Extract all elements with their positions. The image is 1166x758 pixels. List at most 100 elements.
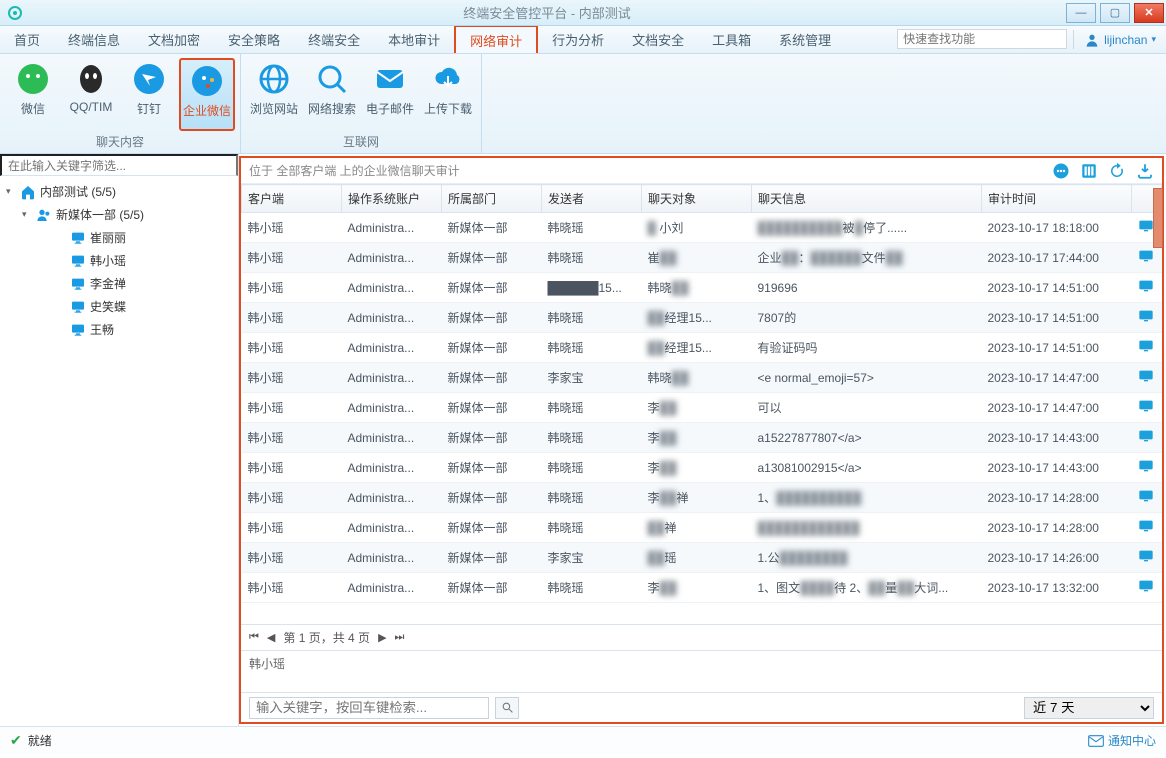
content-panel: 位于 全部客户端 上的企业微信聊天审计 客户端操作系统账户所属部门发送者聊天对象… xyxy=(239,156,1164,724)
search-button[interactable] xyxy=(495,697,519,719)
chat-icon[interactable] xyxy=(1052,162,1070,180)
menu-3[interactable]: 安全策略 xyxy=(214,26,294,53)
tree-client-3[interactable]: 史笑蝶 xyxy=(0,295,238,318)
qq-icon xyxy=(74,62,108,96)
columns-icon[interactable] xyxy=(1080,162,1098,180)
table-row[interactable]: 韩小瑶Administra...新媒体一部李家宝██瑶1.公████████20… xyxy=(242,543,1162,573)
ribbon-dingtalk[interactable]: 钉钉 xyxy=(121,58,177,131)
ribbon-label: 电子邮件 xyxy=(366,100,414,117)
table-row[interactable]: 韩小瑶Administra...新媒体一部李家宝韩晓██<e normal_em… xyxy=(242,363,1162,393)
col-6[interactable]: 审计时间 xyxy=(982,185,1132,213)
tree-client-1[interactable]: 韩小瑶 xyxy=(0,249,238,272)
ribbon-wechat[interactable]: 微信 xyxy=(5,58,61,131)
ribbon-mail[interactable]: 电子邮件 xyxy=(362,58,418,131)
ribbon-globe[interactable]: 浏览网站 xyxy=(246,58,302,131)
ribbon: 微信QQ/TIM钉钉企业微信聊天内容浏览网站网络搜索电子邮件上传下载互联网 xyxy=(0,54,1166,154)
col-1[interactable]: 操作系统账户 xyxy=(342,185,442,213)
table-row[interactable]: 韩小瑶Administra...新媒体一部韩晓瑶李██a15227877807<… xyxy=(242,423,1162,453)
status-bar: ✔ 就绪 通知中心 xyxy=(0,726,1166,754)
menu-6[interactable]: 网络审计 xyxy=(454,25,538,53)
ribbon-group-label: 互联网 xyxy=(241,131,481,153)
export-icon[interactable] xyxy=(1136,162,1154,180)
table-row[interactable]: 韩小瑶Administra...新媒体一部韩晓瑶李██禅1、██████████… xyxy=(242,483,1162,513)
ribbon-label: 浏览网站 xyxy=(250,100,298,117)
col-3[interactable]: 发送者 xyxy=(542,185,642,213)
table-row[interactable]: 韩小瑶Administra...新媒体一部韩晓瑶█ 小刘██████████被█… xyxy=(242,213,1162,243)
table-row[interactable]: 韩小瑶Administra...新媒体一部韩晓瑶██经理15...有验证码吗20… xyxy=(242,333,1162,363)
page-last-button[interactable]: ⏭ xyxy=(395,631,405,644)
minimize-button[interactable]: — xyxy=(1066,3,1096,23)
monitor-icon[interactable] xyxy=(1132,453,1162,483)
monitor-icon[interactable] xyxy=(1132,573,1162,603)
mail-icon xyxy=(373,62,407,96)
close-button[interactable]: ✕ xyxy=(1134,3,1164,23)
monitor-icon[interactable] xyxy=(1132,393,1162,423)
monitor-icon[interactable] xyxy=(1132,273,1162,303)
maximize-button[interactable]: ▢ xyxy=(1100,3,1130,23)
tree-client-2[interactable]: 李金禅 xyxy=(0,272,238,295)
quick-search-input[interactable] xyxy=(897,29,1067,49)
monitor-icon[interactable] xyxy=(1132,483,1162,513)
table-row[interactable]: 韩小瑶Administra...新媒体一部██████15...韩晓██9196… xyxy=(242,273,1162,303)
keyword-input[interactable] xyxy=(249,697,489,719)
status-text: 就绪 xyxy=(28,732,52,749)
tree-client-4[interactable]: 王畅 xyxy=(0,318,238,341)
monitor-icon[interactable] xyxy=(1132,363,1162,393)
monitor-icon[interactable] xyxy=(1132,303,1162,333)
table-row[interactable]: 韩小瑶Administra...新媒体一部韩晓瑶李██可以2023-10-17 … xyxy=(242,393,1162,423)
tree[interactable]: ▾内部测试 (5/5)▾新媒体一部 (5/5) 崔丽丽韩小瑶李金禅史笑蝶王畅 xyxy=(0,176,238,726)
monitor-icon[interactable] xyxy=(1132,333,1162,363)
grid[interactable]: 客户端操作系统账户所属部门发送者聊天对象聊天信息审计时间韩小瑶Administr… xyxy=(241,184,1162,624)
page-next-button[interactable]: ▶ xyxy=(378,631,386,644)
tree-root[interactable]: ▾内部测试 (5/5) xyxy=(0,180,238,203)
table-row[interactable]: 韩小瑶Administra...新媒体一部韩晓瑶██经理15...7807的20… xyxy=(242,303,1162,333)
col-4[interactable]: 聊天对象 xyxy=(642,185,752,213)
sidebar: ▾内部测试 (5/5)▾新媒体一部 (5/5) 崔丽丽韩小瑶李金禅史笑蝶王畅 xyxy=(0,154,239,726)
tree-label: 崔丽丽 xyxy=(90,229,126,246)
menu-4[interactable]: 终端安全 xyxy=(294,26,374,53)
user-icon xyxy=(1084,32,1100,48)
wecom-icon xyxy=(190,64,224,98)
ribbon-wecom[interactable]: 企业微信 xyxy=(179,58,235,131)
tree-filter-input[interactable] xyxy=(0,154,238,176)
vertical-scrollbar[interactable] xyxy=(1153,188,1163,248)
table-row[interactable]: 韩小瑶Administra...新媒体一部韩晓瑶李██1、图文████待 2、█… xyxy=(242,573,1162,603)
wechat-icon xyxy=(16,62,50,96)
col-5[interactable]: 聊天信息 xyxy=(752,185,982,213)
menu-1[interactable]: 终端信息 xyxy=(54,26,134,53)
user-menu[interactable]: lijinchan ▾ xyxy=(1074,26,1166,53)
ribbon-search-globe[interactable]: 网络搜索 xyxy=(304,58,360,131)
menu-5[interactable]: 本地审计 xyxy=(374,26,454,53)
tree-client-0[interactable]: 崔丽丽 xyxy=(0,226,238,249)
table-row[interactable]: 韩小瑶Administra...新媒体一部韩晓瑶李██a13081002915<… xyxy=(242,453,1162,483)
menu-2[interactable]: 文档加密 xyxy=(134,26,214,53)
tree-label: 王畅 xyxy=(90,321,114,338)
search-icon xyxy=(501,701,514,714)
detail-panel: 韩小瑶 xyxy=(241,650,1162,692)
page-first-button[interactable]: ⏮ xyxy=(249,631,259,644)
menu-0[interactable]: 首页 xyxy=(0,26,54,53)
tree-group[interactable]: ▾新媒体一部 (5/5) xyxy=(0,203,238,226)
col-2[interactable]: 所属部门 xyxy=(442,185,542,213)
ribbon-qq[interactable]: QQ/TIM xyxy=(63,58,119,131)
menu-9[interactable]: 工具箱 xyxy=(698,26,765,53)
table-row[interactable]: 韩小瑶Administra...新媒体一部韩晓瑶██禅████████████2… xyxy=(242,513,1162,543)
window-title: 终端安全管控平台 - 内部测试 xyxy=(30,3,1064,22)
date-range-select[interactable]: 近 7 天 xyxy=(1024,697,1154,719)
notification-center[interactable]: 通知中心 xyxy=(1088,732,1156,749)
tree-label: 新媒体一部 (5/5) xyxy=(56,206,144,223)
menu-7[interactable]: 行为分析 xyxy=(538,26,618,53)
menu-10[interactable]: 系统管理 xyxy=(765,26,845,53)
page-prev-button[interactable]: ◀ xyxy=(267,631,275,644)
refresh-icon[interactable] xyxy=(1108,162,1126,180)
search-globe-icon xyxy=(315,62,349,96)
menu-8[interactable]: 文档安全 xyxy=(618,26,698,53)
table-row[interactable]: 韩小瑶Administra...新媒体一部韩晓瑶崔██企业██：██████文件… xyxy=(242,243,1162,273)
monitor-icon[interactable] xyxy=(1132,543,1162,573)
ribbon-cloud[interactable]: 上传下载 xyxy=(420,58,476,131)
col-0[interactable]: 客户端 xyxy=(242,185,342,213)
pager: ⏮ ◀ 第 1 页，共 4 页 ▶ ⏭ xyxy=(241,624,1162,650)
monitor-icon[interactable] xyxy=(1132,423,1162,453)
cloud-icon xyxy=(431,62,465,96)
monitor-icon[interactable] xyxy=(1132,513,1162,543)
